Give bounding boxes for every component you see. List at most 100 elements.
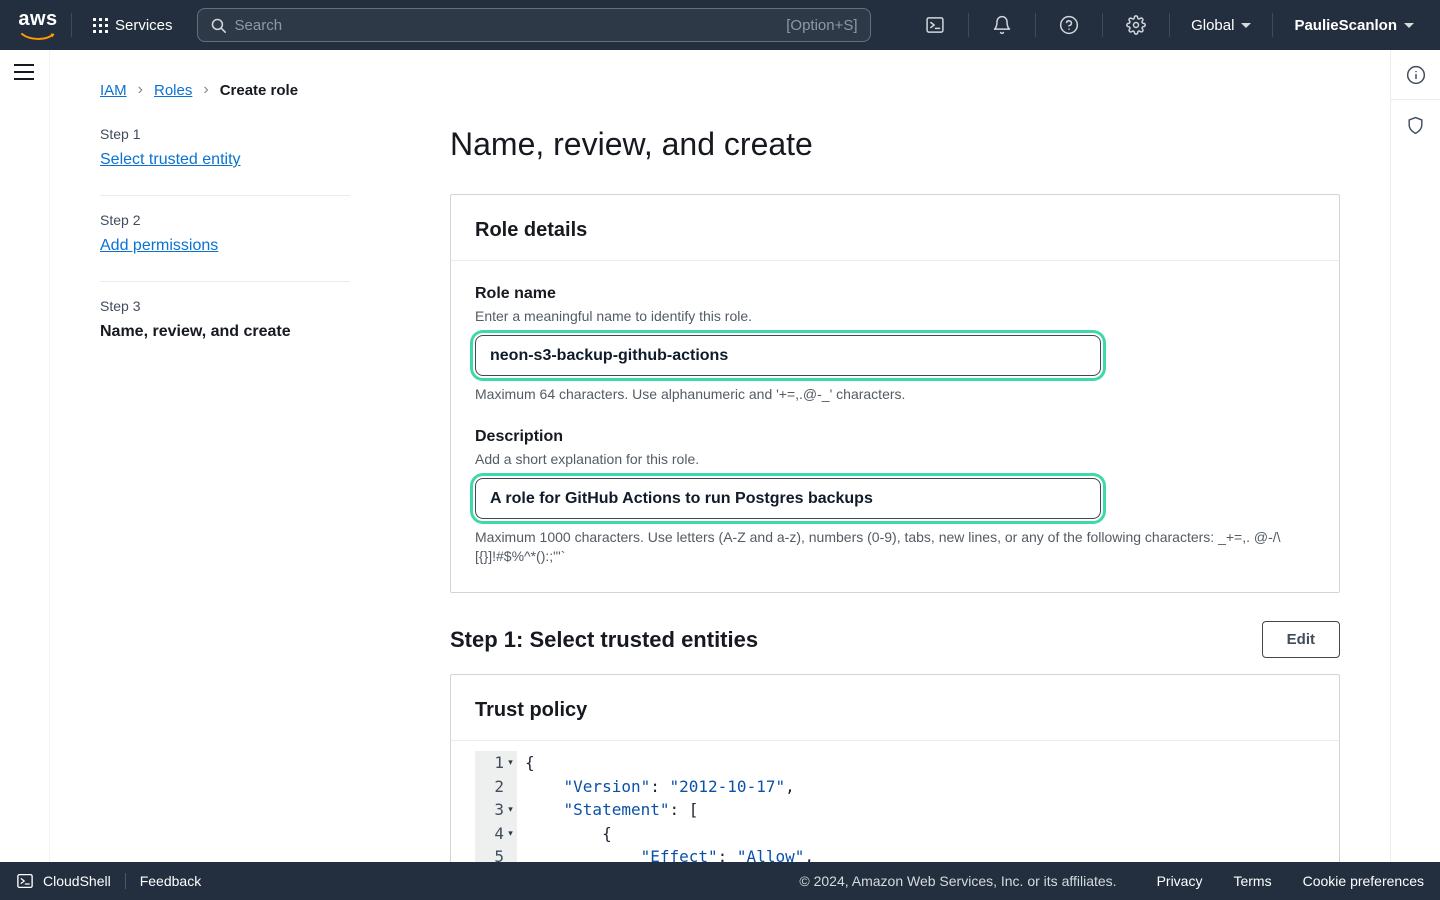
- breadcrumb-separator: ›: [138, 81, 143, 99]
- right-tools-rail: [1390, 50, 1440, 862]
- cloudshell-footer-button[interactable]: CloudShell: [16, 872, 111, 890]
- feedback-label: Feedback: [140, 873, 201, 889]
- code-line: 4▾ {: [475, 822, 1315, 846]
- footer-link[interactable]: Terms: [1233, 873, 1271, 889]
- search-icon: [210, 17, 227, 34]
- notifications-button[interactable]: [978, 8, 1026, 42]
- step-number-label: Step 2: [100, 212, 350, 228]
- footer-link[interactable]: Privacy: [1157, 873, 1203, 889]
- aws-logo-text: aws: [14, 7, 62, 31]
- breadcrumb: IAM › Roles › Create role: [100, 81, 298, 99]
- footer-link[interactable]: Cookie preferences: [1303, 873, 1424, 889]
- description-constraint: Maximum 1000 characters. Use letters (A-…: [475, 528, 1315, 566]
- shield-icon: [1406, 116, 1425, 135]
- breadcrumb-item[interactable]: IAM: [100, 82, 127, 99]
- description-field: Description Add a short explanation for …: [475, 428, 1315, 566]
- role-name-input[interactable]: [475, 335, 1101, 376]
- search-shortcut-hint: [Option+S]: [786, 17, 857, 34]
- account-menu[interactable]: PaulieScanlon: [1282, 8, 1426, 42]
- help-icon: [1059, 15, 1079, 35]
- breadcrumb-separator: ›: [203, 81, 208, 99]
- top-nav-right-group: Global PaulieScanlon: [911, 8, 1426, 42]
- step-title-link[interactable]: Select trusted entity: [100, 151, 241, 168]
- bell-icon: [992, 15, 1012, 35]
- side-navigation-strip: [0, 50, 50, 862]
- terminal-icon: [16, 872, 34, 890]
- description-label: Description: [475, 428, 1315, 446]
- page-title: Name, review, and create: [450, 124, 1340, 164]
- role-name-label: Role name: [475, 285, 1315, 303]
- nav-divider: [1272, 13, 1273, 37]
- step-number-label: Step 3: [100, 298, 350, 314]
- chevron-down-icon: [1241, 23, 1251, 28]
- global-search-box[interactable]: [Option+S]: [197, 8, 871, 42]
- step-number-label: Step 1: [100, 126, 350, 142]
- wizard-steps-nav: Step 1 Select trusted entity Step 2 Add per…: [100, 122, 350, 367]
- footer-right-group: © 2024, Amazon Web Services, Inc. or its…: [799, 873, 1424, 889]
- nav-divider: [968, 13, 969, 37]
- fold-caret-icon[interactable]: ▾: [504, 822, 517, 846]
- fold-caret-icon[interactable]: ▾: [504, 798, 517, 822]
- chevron-down-icon: [1404, 23, 1414, 28]
- line-number-gutter: 1▾: [475, 751, 517, 775]
- code-line: 2 "Version": "2012-10-17",: [475, 775, 1315, 799]
- role-name-field: Role name Enter a meaningful name to ide…: [475, 285, 1315, 404]
- help-button[interactable]: [1045, 8, 1093, 42]
- info-panel-button[interactable]: [1391, 50, 1440, 100]
- account-label: PaulieScanlon: [1294, 17, 1397, 34]
- trust-policy-editor[interactable]: 1▾{2 "Version": "2012-10-17",3▾ "Stateme…: [475, 751, 1315, 869]
- role-name-constraint: Maximum 64 characters. Use alphanumeric …: [475, 385, 1315, 404]
- cloudshell-label: CloudShell: [43, 873, 111, 889]
- fold-caret-icon[interactable]: ▾: [504, 751, 517, 775]
- nav-divider: [1035, 13, 1036, 37]
- aws-smile-icon: [21, 32, 55, 41]
- aws-logo[interactable]: aws: [14, 7, 62, 43]
- description-input[interactable]: [475, 478, 1101, 519]
- step-title-current: Name, review, and create: [100, 323, 350, 341]
- trust-policy-card-header: Trust policy: [451, 675, 1339, 741]
- role-details-card-header: Role details: [451, 195, 1339, 261]
- region-selector[interactable]: Global: [1179, 8, 1263, 42]
- step-title-link[interactable]: Add permissions: [100, 237, 218, 254]
- copyright-text: © 2024, Amazon Web Services, Inc. or its…: [799, 873, 1116, 889]
- step-group: Step 3 Name, review, and create: [100, 281, 350, 367]
- aws-console-screen: aws Services [Option+S]: [0, 0, 1440, 900]
- feedback-button[interactable]: Feedback: [140, 873, 201, 889]
- code-line: 1▾{: [475, 751, 1315, 775]
- line-number-gutter: 3▾: [475, 798, 517, 822]
- step-group: Step 2 Add permissions: [100, 195, 350, 281]
- hamburger-menu-button[interactable]: [14, 64, 34, 80]
- region-label: Global: [1191, 17, 1234, 34]
- services-grid-icon: [93, 18, 108, 33]
- terminal-icon: [925, 15, 945, 35]
- main-content: Name, review, and create Role details Ro…: [450, 124, 1340, 900]
- nav-divider: [1169, 13, 1170, 37]
- role-details-card-body: Role name Enter a meaningful name to ide…: [451, 261, 1339, 592]
- search-input[interactable]: [235, 17, 779, 34]
- code-line: 3▾ "Statement": [: [475, 798, 1315, 822]
- review-section-title: Step 1: Select trusted entities: [450, 627, 758, 653]
- breadcrumb-item[interactable]: Roles: [154, 82, 192, 99]
- footer-left-group: CloudShell Feedback: [16, 872, 201, 890]
- breadcrumb-item: Create role: [220, 82, 298, 99]
- settings-button[interactable]: [1112, 8, 1160, 42]
- edit-button[interactable]: Edit: [1262, 621, 1340, 658]
- footer-divider: [125, 873, 126, 889]
- nav-divider: [71, 13, 72, 37]
- step-group: Step 1 Select trusted entity: [100, 122, 350, 195]
- security-panel-button[interactable]: [1391, 100, 1440, 150]
- info-icon: [1406, 65, 1426, 85]
- cloudshell-button[interactable]: [911, 8, 959, 42]
- services-menu-button[interactable]: Services: [81, 8, 185, 42]
- role-details-title: Role details: [475, 219, 1315, 242]
- description-hint: Add a short explanation for this role.: [475, 451, 1315, 467]
- role-name-hint: Enter a meaningful name to identify this…: [475, 308, 1315, 324]
- trust-policy-title: Trust policy: [475, 699, 1315, 722]
- line-number-gutter: 4▾: [475, 822, 517, 846]
- gear-icon: [1126, 15, 1146, 35]
- nav-divider: [1102, 13, 1103, 37]
- footer: CloudShell Feedback © 2024, Amazon Web S…: [0, 862, 1440, 900]
- footer-links: Privacy Terms Cookie preferences: [1157, 873, 1424, 889]
- services-label: Services: [115, 17, 173, 34]
- review-section-header: Step 1: Select trusted entities Edit: [450, 621, 1340, 658]
